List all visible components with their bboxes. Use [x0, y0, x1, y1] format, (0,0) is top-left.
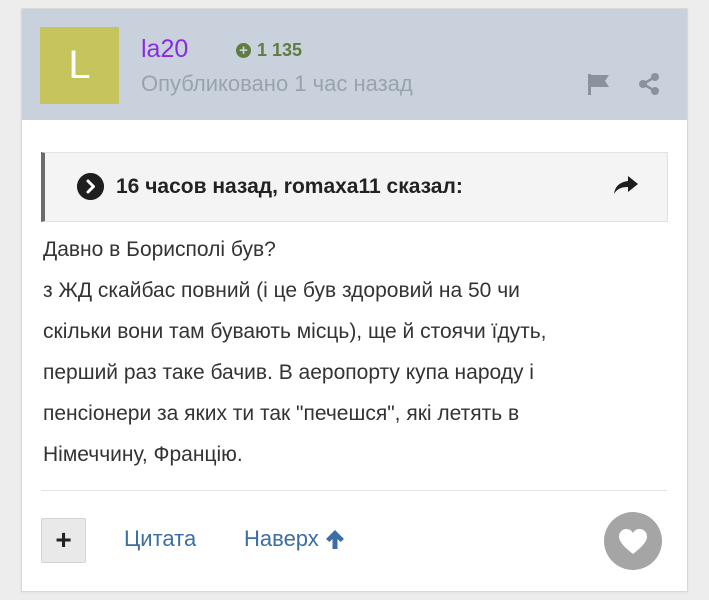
scroll-top-link[interactable]: Наверх [244, 526, 345, 552]
multiquote-button[interactable]: + [41, 518, 86, 563]
plus-circle-icon: + [236, 43, 251, 58]
post-timestamp: Опубликовано 1 час назад [141, 71, 413, 96]
quote-link[interactable]: Цитата [124, 526, 196, 552]
flag-icon[interactable] [587, 73, 611, 95]
reputation-count: 1 135 [257, 40, 303, 60]
post-card: L la20 + 1 135 Опубликовано 1 час назад … [21, 8, 688, 592]
divider [41, 490, 667, 491]
author-username[interactable]: la20 [141, 35, 188, 64]
share-arrow-icon[interactable] [612, 173, 640, 197]
post-header: L la20 + 1 135 Опубликовано 1 час назад [22, 9, 687, 120]
reputation-badge: + 1 135 [236, 40, 302, 61]
like-button[interactable] [604, 512, 662, 570]
heart-icon [619, 529, 647, 554]
scroll-top-label: Наверх [244, 526, 319, 551]
avatar[interactable]: L [40, 27, 119, 104]
quote-header: 16 часов назад, romaxa11 сказал: [116, 175, 463, 198]
quote-block: 16 часов назад, romaxa11 сказал: [41, 152, 668, 222]
chevron-right-circle-icon[interactable] [77, 173, 104, 200]
post-content: Давно в Борисполі був? з ЖД скайбас повн… [43, 238, 547, 466]
arrow-up-icon [325, 530, 344, 549]
share-icon[interactable] [637, 72, 661, 96]
